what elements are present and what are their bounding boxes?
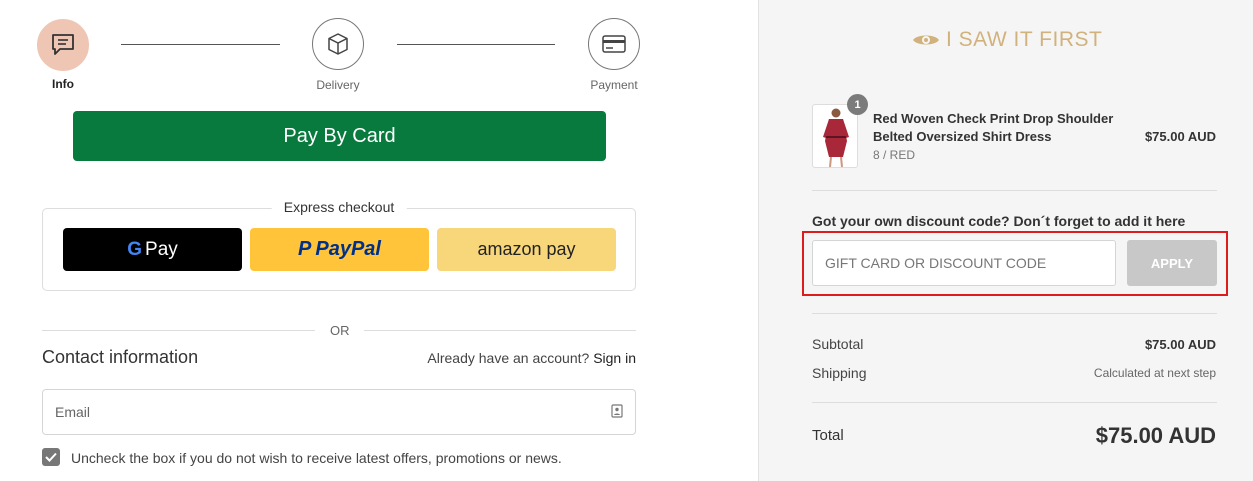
contact-card-icon	[611, 403, 623, 421]
divider	[812, 190, 1217, 191]
express-checkout-title: Express checkout	[271, 199, 407, 215]
box-icon	[312, 18, 364, 70]
step-connector	[397, 44, 555, 45]
subtotal-label: Subtotal	[812, 336, 864, 352]
quantity-badge: 1	[847, 94, 868, 115]
email-field[interactable]: Email	[42, 389, 636, 435]
google-pay-label: Pay	[145, 238, 178, 260]
google-g-icon: G	[127, 238, 143, 260]
discount-code-input[interactable]: GIFT CARD OR DISCOUNT CODE	[812, 240, 1116, 286]
or-label: OR	[330, 323, 350, 338]
sign-in-link[interactable]: Sign in	[593, 350, 636, 366]
step-info[interactable]: Info	[37, 19, 89, 91]
account-prompt-text: Already have an account?	[427, 350, 590, 366]
paypal-button[interactable]: P PayPal	[250, 228, 429, 271]
checkmark-icon	[45, 452, 57, 462]
discount-title: Got your own discount code? Don´t forget…	[812, 213, 1186, 229]
paypal-label: PayPal	[315, 238, 381, 260]
contact-title: Contact information	[42, 347, 199, 367]
pay-by-card-button[interactable]: Pay By Card	[73, 111, 606, 161]
step-payment[interactable]: Payment	[588, 18, 640, 92]
shipping-label: Shipping	[812, 365, 867, 381]
paypal-p-icon: P	[298, 238, 312, 260]
divider	[812, 402, 1217, 403]
express-checkout: Express checkout G Pay P PayPal amazon p…	[42, 199, 636, 291]
order-summary: I SAW IT FIRST 1 Red Woven Check Print D…	[758, 0, 1253, 481]
amazon-pay-button[interactable]: amazon pay	[437, 228, 616, 271]
step-label: Info	[52, 77, 74, 91]
credit-card-icon	[588, 18, 640, 70]
total-value: $75.00 AUD	[1095, 423, 1216, 448]
product-price: $75.00 AUD	[1144, 129, 1216, 144]
newsletter-label: Uncheck the box if you do not wish to re…	[71, 450, 562, 466]
newsletter-checkbox[interactable]	[42, 448, 60, 466]
google-pay-button[interactable]: G Pay	[63, 228, 242, 271]
step-delivery[interactable]: Delivery	[312, 18, 364, 92]
checkout-main: Info Delivery Payment Pay By Card Expres…	[0, 0, 758, 481]
amazon-pay-label: amazon pay	[477, 239, 576, 259]
account-prompt: Already have an account? Sign in	[427, 350, 636, 366]
total-label: Total	[812, 427, 844, 444]
divider	[364, 330, 636, 331]
subtotal-value: $75.00 AUD	[1144, 337, 1216, 352]
step-label: Delivery	[316, 78, 360, 92]
email-placeholder: Email	[55, 404, 91, 420]
apply-button[interactable]: APPLY	[1127, 240, 1217, 286]
product-name: Red Woven Check Print Drop Shoulder Belt…	[873, 111, 1114, 144]
step-label: Payment	[590, 78, 638, 92]
divider	[42, 330, 315, 331]
chat-icon	[37, 19, 89, 71]
product-variant: 8 / RED	[873, 148, 916, 162]
step-connector	[121, 44, 280, 45]
divider	[812, 313, 1217, 314]
eye-icon	[913, 35, 939, 45]
brand-logo[interactable]: I SAW IT FIRST	[912, 28, 1102, 52]
brand-name: I SAW IT FIRST	[946, 28, 1103, 51]
shipping-value: Calculated at next step	[1093, 366, 1216, 380]
product-thumbnail	[812, 104, 858, 168]
